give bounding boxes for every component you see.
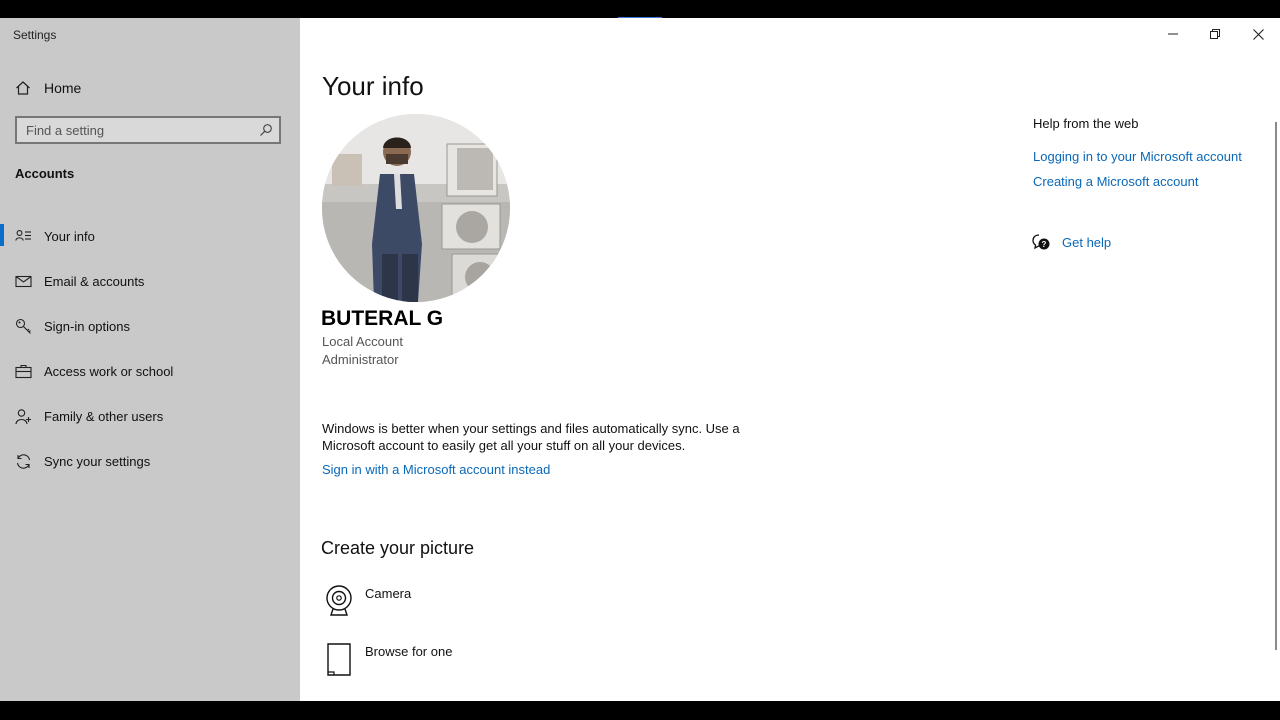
sidebar-item-label: Family & other users: [44, 409, 164, 424]
person-add-icon: [15, 408, 32, 425]
sync-message: Windows is better when your settings and…: [322, 421, 740, 453]
home-icon: [15, 80, 31, 96]
account-role: Administrator: [322, 352, 399, 367]
create-picture-title: Create your picture: [321, 538, 475, 558]
page-title: Your info: [322, 71, 424, 101]
briefcase-icon: [15, 363, 32, 380]
get-help-label[interactable]: Get help: [1062, 235, 1111, 250]
minimize-icon: [1168, 33, 1178, 35]
app-title: Settings: [13, 28, 57, 42]
sidebar-item-family-users[interactable]: Family & other users: [0, 394, 300, 439]
file-icon: [324, 642, 354, 676]
close-icon: [1252, 28, 1264, 40]
settings-window: Settings Home Accounts Your info: [0, 18, 1280, 701]
svg-text:?: ?: [1042, 240, 1047, 249]
sidebar-item-sign-in-options[interactable]: Sign-in options: [0, 304, 300, 349]
camera-icon: [324, 584, 354, 618]
sidebar-item-label: Email & accounts: [44, 274, 145, 289]
get-help-link[interactable]: ? Get help: [1032, 233, 1111, 251]
help-title: Help from the web: [1033, 116, 1139, 131]
mail-icon: [15, 273, 32, 290]
key-icon: [15, 318, 32, 335]
minimize-button[interactable]: [1151, 18, 1195, 50]
browse-label: Browse for one: [365, 644, 453, 659]
avatar-photo: [322, 114, 510, 302]
restore-icon: [1210, 29, 1220, 39]
browse-option[interactable]: Browse for one: [324, 642, 452, 676]
sidebar-item-label: Access work or school: [44, 364, 174, 379]
search-icon[interactable]: [259, 123, 273, 137]
person-list-icon: [15, 228, 32, 245]
sidebar-item-label: Sync your settings: [44, 454, 151, 469]
sidebar-nav: Your info Email & accounts Sign-in optio…: [0, 214, 300, 484]
sidebar-item-sync-settings[interactable]: Sync your settings: [0, 439, 300, 484]
signin-microsoft-link[interactable]: Sign in with a Microsoft account instead: [322, 462, 550, 477]
user-name: BUTERAL G: [321, 307, 444, 330]
search-input[interactable]: [17, 118, 262, 142]
scrollbar[interactable]: [1275, 122, 1277, 650]
restore-button[interactable]: [1193, 18, 1237, 50]
sidebar-item-label: Your info: [44, 229, 95, 244]
search-box[interactable]: [15, 116, 281, 144]
sidebar-item-label: Sign-in options: [44, 319, 130, 334]
camera-label: Camera: [365, 586, 412, 601]
help-link-creating-account[interactable]: Creating a Microsoft account: [1033, 174, 1198, 189]
home-label: Home: [44, 80, 82, 96]
close-button[interactable]: [1236, 18, 1280, 50]
sidebar: Settings Home Accounts Your info: [0, 18, 300, 701]
sync-icon: [15, 453, 32, 470]
sidebar-item-access-work[interactable]: Access work or school: [0, 349, 300, 394]
home-nav[interactable]: Home: [15, 78, 81, 98]
section-title: Accounts: [15, 166, 75, 181]
sidebar-item-email-accounts[interactable]: Email & accounts: [0, 259, 300, 304]
chat-help-icon: ?: [1032, 233, 1050, 251]
main-content: Your info BUTERAL G Local Account Admini…: [300, 18, 1280, 701]
sidebar-item-your-info[interactable]: Your info: [0, 214, 300, 259]
camera-option[interactable]: Camera: [324, 584, 411, 618]
account-type: Local Account: [322, 334, 403, 349]
help-link-logging-in[interactable]: Logging in to your Microsoft account: [1033, 149, 1242, 164]
profile-picture: [322, 114, 510, 302]
